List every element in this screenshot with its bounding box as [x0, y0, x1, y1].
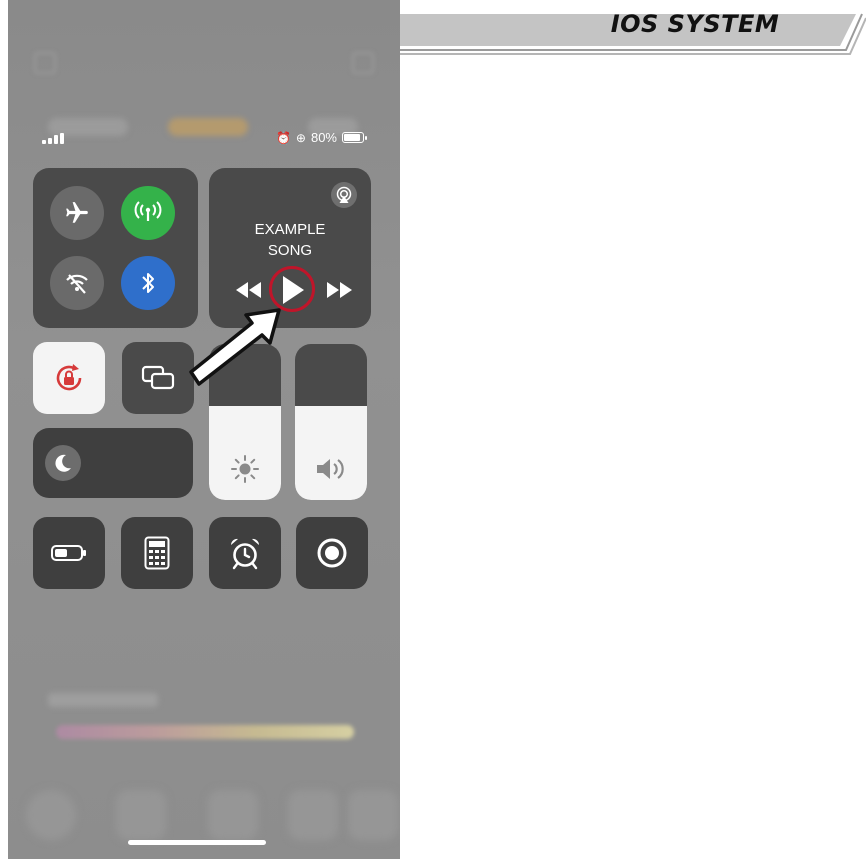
- banner-title: IOS SYSTEM: [610, 10, 780, 38]
- screen-recording-button[interactable]: [296, 517, 368, 589]
- connectivity-module: [33, 168, 198, 328]
- record-icon: [317, 538, 347, 568]
- brightness-slider[interactable]: [209, 344, 281, 500]
- song-title: EXAMPLE SONG: [209, 219, 371, 261]
- blurred-menu-icon: [34, 52, 56, 74]
- screen-mirroring-icon: [141, 365, 175, 390]
- blurred-dock-item: [116, 790, 166, 840]
- airplane-icon: [66, 202, 88, 223]
- fast-forward-icon[interactable]: [326, 282, 352, 298]
- airplay-icon: [336, 186, 352, 203]
- play-button-highlight-ring: [269, 266, 315, 312]
- battery-percentage: 80%: [310, 130, 337, 145]
- wifi-button[interactable]: [50, 256, 104, 310]
- alarm-icon: ⏰: [275, 130, 291, 145]
- song-title-line1: EXAMPLE: [254, 221, 326, 238]
- blurred-dock-item: [348, 790, 398, 840]
- status-bar: ⏰ ⊕ 80%: [8, 130, 400, 150]
- alarm-button[interactable]: [209, 517, 281, 589]
- airplane-mode-button[interactable]: [50, 186, 104, 240]
- orientation-lock-status-icon: ⊕: [295, 130, 306, 145]
- blurred-label: [48, 693, 158, 707]
- phone-screen: ⏰ ⊕ 80% EXAMPLE SONG: [8, 0, 400, 859]
- focus-module[interactable]: [33, 428, 193, 498]
- screen-mirroring-button[interactable]: [122, 342, 194, 414]
- calculator-button[interactable]: [121, 517, 193, 589]
- battery-icon: [342, 132, 367, 143]
- rewind-icon[interactable]: [236, 282, 262, 298]
- moon-icon: [45, 445, 81, 481]
- airplay-button[interactable]: [331, 182, 357, 208]
- blurred-color-bar: [56, 725, 354, 739]
- volume-slider[interactable]: [295, 344, 367, 500]
- blurred-dock-item: [26, 790, 76, 840]
- antenna-icon: [134, 201, 162, 221]
- signal-strength-icon: [42, 133, 64, 144]
- orientation-lock-button[interactable]: [33, 342, 105, 414]
- calculator-icon: [144, 536, 170, 570]
- low-power-mode-button[interactable]: [33, 517, 105, 589]
- brightness-icon: [231, 455, 259, 483]
- blurred-settings-icon: [352, 52, 374, 74]
- wifi-off-icon: [66, 274, 88, 294]
- home-indicator[interactable]: [128, 840, 266, 845]
- song-title-line2: SONG: [267, 242, 313, 259]
- cellular-data-button[interactable]: [121, 186, 175, 240]
- battery-mode-icon: [51, 545, 86, 561]
- ios-system-banner: IOS SYSTEM: [400, 0, 866, 62]
- blurred-dock-item: [208, 790, 258, 840]
- alarm-clock-icon: [230, 538, 260, 570]
- bluetooth-button[interactable]: [121, 256, 175, 310]
- rotation-lock-icon: [56, 364, 82, 391]
- bluetooth-icon: [142, 273, 154, 293]
- speaker-icon: [317, 459, 344, 479]
- status-right-group: ⏰ ⊕ 80%: [275, 130, 367, 145]
- blurred-dock-item: [288, 790, 338, 840]
